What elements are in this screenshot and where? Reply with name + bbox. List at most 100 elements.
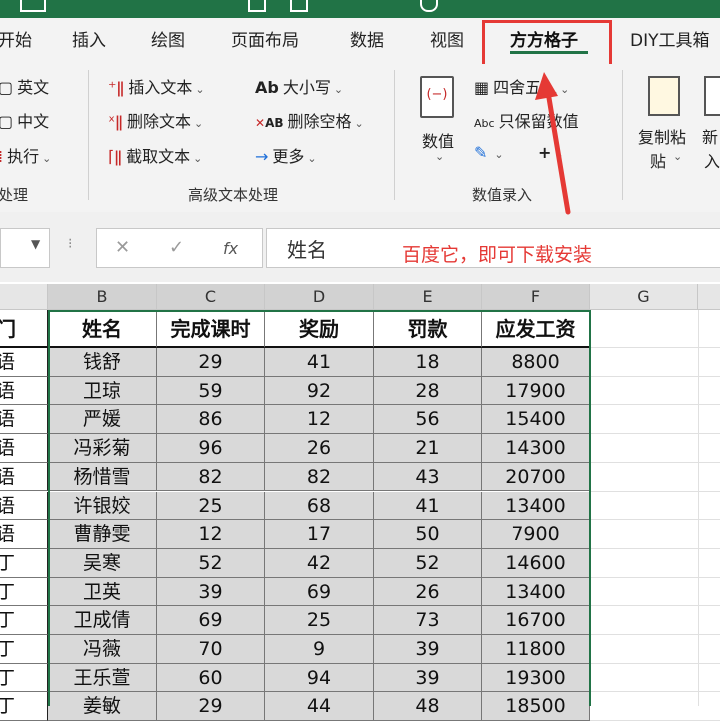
chinese-label: 中文 [17, 112, 50, 131]
column-header-a[interactable] [0, 284, 48, 310]
save-icon[interactable] [248, 0, 266, 12]
annotation-text: 百度它，即可下载安装 [402, 244, 593, 266]
gridline [590, 662, 720, 664]
abc-icon: Abc [474, 117, 495, 130]
highlight-box [482, 20, 612, 68]
plus-icon: + [538, 143, 552, 162]
header-cell-department[interactable]: 门 [0, 310, 48, 348]
ribbon-separator [394, 70, 395, 200]
chevron-down-icon: ⌄ [42, 152, 52, 165]
department-cell[interactable]: 语 [0, 491, 48, 521]
tab-data[interactable]: 数据 [350, 26, 384, 51]
column-header-c[interactable]: C [157, 284, 265, 310]
gridline [590, 519, 720, 521]
gridline [590, 691, 720, 693]
remove-spaces-button[interactable]: ✕AB 删除空格 ⌄ [255, 108, 364, 132]
chevron-down-icon: ⌄ [307, 152, 317, 165]
chevron-down-icon: ⌄ [195, 83, 205, 96]
department-cell[interactable]: 丁 [0, 635, 48, 664]
undo-icon[interactable] [20, 0, 46, 12]
copy-paste-label: 复制粘 [638, 128, 687, 147]
department-cell[interactable]: 丁 [0, 692, 48, 721]
tab-view[interactable]: 视图 [430, 26, 464, 51]
chevron-down-icon: ⌄ [494, 148, 504, 161]
remove-spaces-icon: ✕AB [255, 116, 284, 130]
tab-home[interactable]: 开始 [0, 26, 32, 51]
gridline [590, 490, 720, 492]
function-icon[interactable]: fx [223, 239, 238, 258]
tab-page-layout[interactable]: 页面布局 [231, 26, 299, 51]
case-label: 大小写 [282, 78, 331, 97]
column-header-e[interactable]: E [374, 284, 482, 310]
checkbox-icon: ▢ [0, 78, 14, 97]
checkbox-icon: ▢ [0, 112, 14, 131]
more-button[interactable]: → 更多 ⌄ [255, 143, 317, 167]
column-header-b[interactable]: B [48, 284, 157, 310]
new-button[interactable]: 新 入 [700, 72, 720, 172]
tab-insert[interactable]: 插入 [72, 26, 106, 51]
column-header-d[interactable]: D [265, 284, 374, 310]
insert-text-button[interactable]: ⁺ǁ 插入文本 ⌄ [108, 74, 205, 98]
case-button[interactable]: Ab 大小写 ⌄ [255, 74, 343, 98]
touch-icon[interactable] [420, 0, 438, 12]
clipboard-icon [648, 76, 680, 116]
delete-text-button[interactable]: ˣǁ 删除文本 ⌄ [108, 108, 203, 132]
department-cell[interactable]: 语 [0, 520, 48, 549]
chevron-down-icon: ⌄ [194, 117, 204, 130]
tab-diy-toolbox[interactable]: DIY工具箱 [630, 26, 710, 51]
add-button[interactable]: + ⌄ [538, 143, 564, 162]
column-header-g[interactable]: G [590, 284, 698, 310]
column-header-h[interactable] [698, 284, 720, 310]
department-cell[interactable]: 语 [0, 462, 48, 492]
group-label-process: 处理 [0, 186, 29, 204]
department-cell[interactable]: 语 [0, 405, 48, 435]
chevron-down-icon[interactable]: ▼ [31, 237, 40, 251]
gridline [590, 375, 720, 377]
formula-content: 姓名 [287, 238, 327, 262]
gridline [698, 310, 699, 706]
name-box[interactable]: ▼ [0, 228, 50, 268]
ribbon-separator [88, 70, 89, 200]
keep-value-button[interactable]: Abc 只保留数值 [474, 108, 579, 132]
execute-button[interactable]: ⁞执行⌄ [0, 143, 51, 167]
numeric-button[interactable]: (−) 数值 ⌄ [414, 72, 464, 172]
column-header-f[interactable]: F [482, 284, 590, 310]
insert-text-icon: ⁺ǁ [108, 78, 125, 97]
delete-text-label: 删除文本 [126, 112, 191, 131]
copy-paste-label-2: 贴 [650, 152, 667, 171]
english-label: 英文 [17, 78, 50, 97]
tab-draw[interactable]: 绘图 [151, 26, 185, 51]
department-cell[interactable]: 丁 [0, 663, 48, 693]
execute-icon: ⁞ [0, 147, 3, 166]
new-label: 新 [702, 128, 719, 147]
rounding-button[interactable]: ▦ 四舍五入 ⌄ [474, 74, 569, 98]
numeric-icon: (−) [420, 76, 454, 118]
more-options-icon: ⁝ [68, 236, 73, 252]
gridline [590, 634, 720, 635]
department-cell[interactable]: 语 [0, 434, 48, 463]
ribbon-tabs: 开始 插入 绘图 页面布局 数据 视图 方方格子 DIY工具箱 [0, 18, 720, 64]
confirm-icon[interactable]: ✓ [169, 237, 184, 258]
new-label-2: 入 [704, 152, 720, 171]
arrow-right-icon: → [255, 147, 269, 166]
extract-text-button[interactable]: ⌈ǁ 截取文本 ⌄ [108, 143, 202, 167]
department-cell[interactable]: 丁 [0, 606, 48, 635]
gridline [590, 576, 720, 578]
extract-text-label: 截取文本 [126, 147, 191, 166]
department-cell[interactable]: 丁 [0, 548, 48, 578]
copy-paste-button[interactable]: 复制粘 贴 ⌄ [636, 72, 696, 172]
department-cell[interactable]: 语 [0, 376, 48, 406]
edit-button[interactable]: ✎ ⌄ [474, 143, 504, 162]
chevron-down-icon: ⌄ [193, 152, 203, 165]
cancel-icon[interactable]: ✕ [115, 237, 130, 258]
department-cell[interactable]: 语 [0, 348, 48, 377]
chevron-down-icon: ⌄ [560, 83, 570, 96]
department-cell[interactable]: 丁 [0, 577, 48, 607]
chevron-down-icon: ⌄ [333, 83, 344, 96]
print-icon[interactable] [290, 0, 308, 12]
gridline [590, 347, 720, 348]
chinese-button[interactable]: ▢ 中文 [0, 108, 49, 132]
english-button[interactable]: ▢ 英文 [0, 74, 49, 98]
group-label-advanced-text: 高级文本处理 [188, 186, 279, 204]
edit-icon: ✎ [474, 143, 488, 162]
